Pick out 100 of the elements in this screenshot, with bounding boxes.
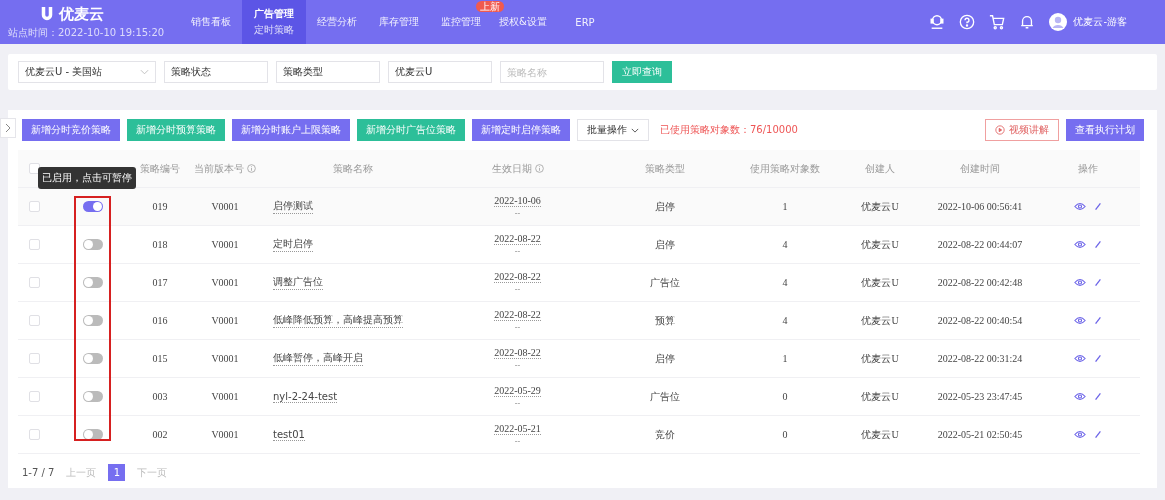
table-cell: 优麦云U (861, 275, 899, 290)
edit-icon[interactable] (1093, 354, 1102, 363)
table-cell: 0 (782, 429, 788, 440)
avatar-icon[interactable] (1049, 13, 1068, 31)
add-strategy-button[interactable]: 新增分时预算策略 (127, 119, 225, 141)
page-range: 1-7 / 7 (22, 467, 55, 478)
bell-icon[interactable] (1019, 14, 1036, 30)
table-cell: V0001 (211, 391, 239, 402)
column-header: 使用策略对象数 (750, 161, 820, 176)
status-toggle[interactable] (82, 315, 103, 326)
view-icon[interactable] (1073, 430, 1086, 439)
table-cell: V0001 (211, 353, 239, 364)
nav-tab[interactable]: 监控管理 (430, 13, 492, 31)
date-end: -- (514, 399, 521, 408)
row-checkbox[interactable] (28, 201, 40, 212)
status-toggle[interactable] (82, 277, 103, 288)
table-cell: 启停 (655, 199, 675, 214)
table-cell: 竞价 (655, 427, 675, 442)
view-icon[interactable] (1073, 392, 1086, 401)
date-cell: 2022-08-22 (494, 271, 541, 283)
date-end: -- (514, 361, 521, 370)
table-cell: 2022-10-06 00:56:41 (937, 201, 1023, 212)
table-cell: 优麦云U (861, 427, 899, 442)
table-cell: V0001 (211, 277, 239, 288)
status-toggle[interactable] (82, 353, 103, 364)
row-checkbox[interactable] (28, 391, 40, 402)
row-checkbox[interactable] (28, 353, 40, 364)
usage-text: 已使用策略对象数：76/10000 (660, 123, 798, 137)
row-checkbox[interactable] (28, 239, 40, 250)
edit-icon[interactable] (1093, 392, 1102, 401)
table-cell: 1 (782, 201, 788, 212)
filter-field[interactable]: 优麦云U (388, 61, 492, 83)
strategy-name[interactable]: 低峰暂停，高峰开启 (273, 351, 363, 366)
video-button[interactable]: 视频讲解 (985, 119, 1059, 141)
edit-icon[interactable] (1093, 202, 1102, 211)
user-name[interactable]: 优麦云-游客 (1073, 15, 1127, 29)
nav-tab[interactable]: 库存管理 (368, 13, 430, 31)
add-strategy-button[interactable]: 新增定时启停策略 (472, 119, 570, 141)
add-strategy-button[interactable]: 新增分时账户上限策略 (232, 119, 350, 141)
status-toggle[interactable] (82, 429, 103, 440)
strategy-name[interactable]: 调整广告位 (273, 275, 323, 290)
cart-icon[interactable] (989, 14, 1006, 30)
column-header: 操作 (1077, 161, 1098, 176)
plan-button[interactable]: 查看执行计划 (1066, 119, 1144, 141)
nav-tab[interactable]: 授权&设置 (492, 13, 554, 31)
table-cell: 优麦云U (861, 237, 899, 252)
row-checkbox[interactable] (28, 429, 40, 440)
column-header: 创建人 (865, 161, 895, 176)
table-cell: 启停 (655, 351, 675, 366)
strategy-name[interactable]: 启停测试 (273, 199, 313, 214)
date-cell: 2022-05-21 (494, 423, 541, 435)
nav-tab[interactable]: 销售看板 (180, 13, 242, 31)
column-header: 创建时间 (960, 161, 1000, 176)
page-button[interactable]: 1 (108, 464, 126, 481)
nav-tab[interactable]: 广告管理 定时策略 (242, 0, 306, 44)
filter-field[interactable]: 策略名称 (500, 61, 604, 83)
view-icon[interactable] (1073, 240, 1086, 249)
headset-icon[interactable] (929, 14, 946, 30)
batch-dropdown[interactable]: 批量操作 (577, 119, 649, 141)
expand-tab[interactable] (0, 118, 16, 138)
date-cell: 2022-08-22 (494, 347, 541, 359)
status-toggle[interactable] (82, 201, 103, 212)
status-toggle[interactable] (82, 239, 103, 250)
view-icon[interactable] (1073, 278, 1086, 287)
table-cell: 2022-08-22 00:40:54 (937, 315, 1023, 326)
table-cell: 2022-05-21 02:50:45 (937, 429, 1023, 440)
add-strategy-button[interactable]: 新增分时广告位策略 (357, 119, 465, 141)
table-cell: 017 (152, 277, 168, 288)
site-select[interactable]: 优麦云U - 美国站 (18, 61, 156, 83)
status-toggle[interactable] (82, 391, 103, 402)
tooltip: 已启用，点击可暂停 (38, 167, 136, 189)
strategy-name[interactable]: 定时启停 (273, 237, 313, 252)
help-icon[interactable] (959, 14, 976, 30)
view-icon[interactable] (1073, 202, 1086, 211)
column-header: 策略类型 (645, 161, 685, 176)
nav-tab[interactable]: 经营分析 (306, 13, 368, 31)
filter-field[interactable]: 策略状态 (164, 61, 268, 83)
table-cell: 优麦云U (861, 199, 899, 214)
table-cell: 003 (152, 391, 168, 402)
edit-icon[interactable] (1093, 278, 1102, 287)
edit-icon[interactable] (1093, 316, 1102, 325)
row-checkbox[interactable] (28, 315, 40, 326)
table-cell: 002 (152, 429, 168, 440)
view-icon[interactable] (1073, 354, 1086, 363)
table-cell: 广告位 (650, 389, 680, 404)
row-checkbox[interactable] (28, 277, 40, 288)
nav-tab[interactable]: ERP (554, 13, 616, 31)
view-icon[interactable] (1073, 316, 1086, 325)
strategy-name[interactable]: 低峰降低预算，高峰提高预算 (273, 313, 403, 328)
date-end: -- (514, 323, 521, 332)
add-strategy-button[interactable]: 新增分时竞价策略 (22, 119, 120, 141)
table-cell: 广告位 (650, 275, 680, 290)
filter-field[interactable]: 策略类型 (276, 61, 380, 83)
strategy-name[interactable]: test01 (273, 428, 305, 441)
query-button[interactable]: 立即查询 (612, 61, 672, 83)
edit-icon[interactable] (1093, 240, 1102, 249)
table-cell: V0001 (211, 315, 239, 326)
play-icon (995, 125, 1005, 135)
strategy-name[interactable]: nyl-2-24-test (273, 390, 338, 403)
edit-icon[interactable] (1093, 430, 1102, 439)
